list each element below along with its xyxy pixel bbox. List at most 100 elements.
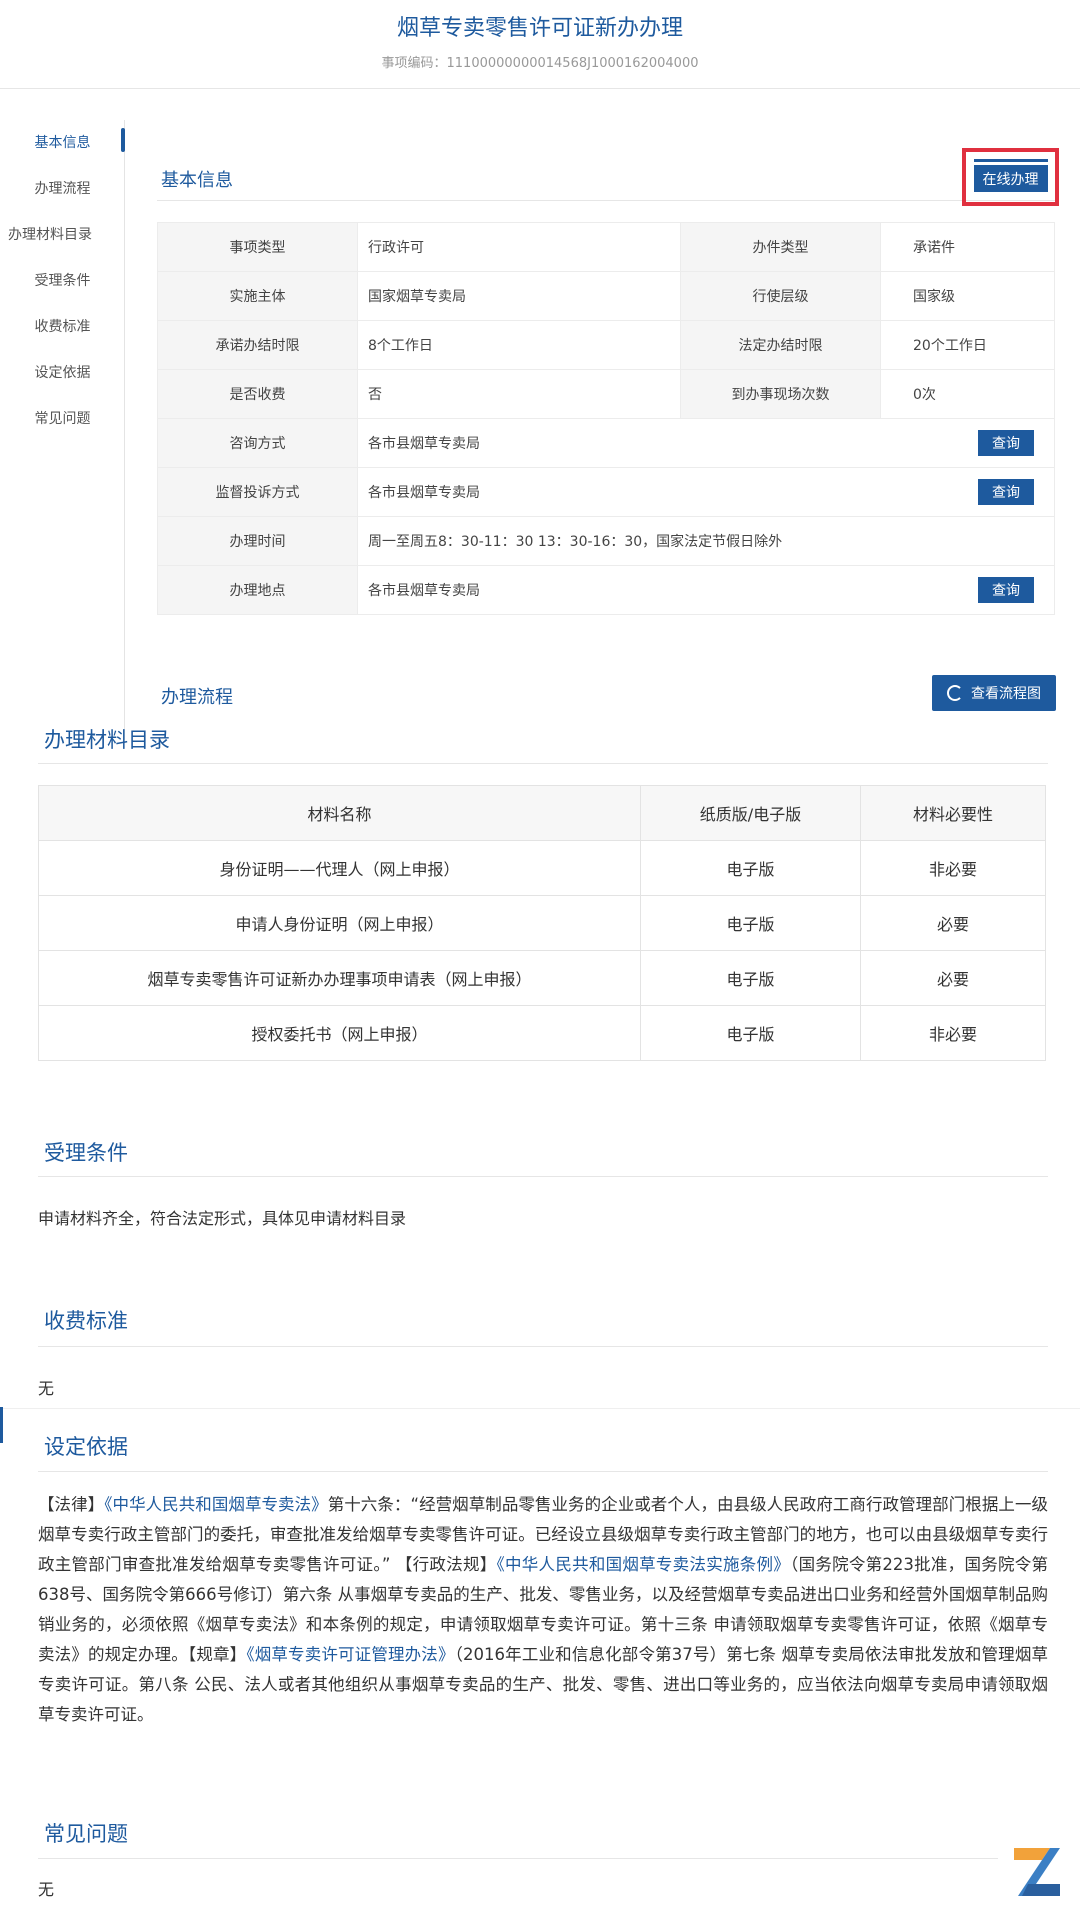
sidebar-item-faq[interactable]: 常见问题 — [0, 408, 125, 428]
section-title-process: 办理流程 — [161, 687, 233, 708]
divider — [38, 1346, 1048, 1347]
info-label: 办件类型 — [680, 222, 881, 272]
divider — [38, 1858, 998, 1859]
material-format: 电子版 — [640, 895, 861, 951]
info-label: 实施主体 — [157, 271, 358, 321]
table-row: 实施主体 国家烟草专卖局 行使层级 国家级 — [157, 271, 1055, 321]
material-necessity: 非必要 — [860, 840, 1046, 896]
basic-info-table: 事项类型 行政许可 办件类型 承诺件 实施主体 国家烟草专卖局 行使层级 国家级… — [157, 222, 1055, 615]
info-value: 国家烟草专卖局 — [357, 271, 681, 321]
table-header-row: 材料名称 纸质版/电子版 材料必要性 — [38, 785, 1046, 841]
sidebar-item-basis[interactable]: 设定依据 — [0, 362, 125, 382]
law-link-implementing-regulations[interactable]: 《中华人民共和国烟草专卖法实施条例》 — [497, 1555, 791, 1574]
info-label: 行使层级 — [680, 271, 881, 321]
conditions-text: 申请材料齐全，符合法定形式，具体见申请材料目录 — [38, 1209, 407, 1228]
info-value: 各市县烟草专卖局 — [368, 436, 480, 452]
table-row: 是否收费 否 到办事现场次数 0次 — [157, 369, 1055, 419]
info-value-cell: 各市县烟草专卖局 查询 — [357, 418, 1055, 468]
column-header: 材料名称 — [38, 785, 641, 841]
faq-text: 无 — [38, 1880, 55, 1899]
table-row: 监督投诉方式 各市县烟草专卖局 查询 — [157, 467, 1055, 517]
query-button-complaint[interactable]: 查询 — [978, 479, 1034, 505]
material-format: 电子版 — [640, 1005, 861, 1061]
section-title-fees: 收费标准 — [44, 1309, 128, 1333]
table-row: 咨询方式 各市县烟草专卖局 查询 — [157, 418, 1055, 468]
info-value: 20个工作日 — [880, 320, 1055, 370]
info-label: 咨询方式 — [157, 418, 358, 468]
info-value: 周一至周五8：30-11：30 13：30-16：30，国家法定节假日除外 — [357, 516, 1055, 566]
info-value: 各市县烟草专卖局 — [368, 583, 480, 599]
info-value-row: 各市县烟草专卖局 查询 — [368, 430, 1054, 456]
info-label: 监督投诉方式 — [157, 467, 358, 517]
table-row: 办理时间 周一至周五8：30-11：30 13：30-16：30，国家法定节假日… — [157, 516, 1055, 566]
online-apply-button[interactable]: 在线办理 — [973, 162, 1048, 192]
info-value: 否 — [357, 369, 681, 419]
info-value-row: 各市县烟草专卖局 查询 — [368, 577, 1054, 603]
material-name: 申请人身份证明（网上申报） — [38, 895, 641, 951]
info-value: 0次 — [880, 369, 1055, 419]
page-title: 烟草专卖零售许可证新办办理 — [396, 16, 683, 41]
section-title-basic-info: 基本信息 — [161, 170, 233, 191]
material-name: 授权委托书（网上申报） — [38, 1005, 641, 1061]
info-label: 办理时间 — [157, 516, 358, 566]
online-button-highlight: 在线办理 — [962, 148, 1059, 206]
item-code: 事项编码：11100000000014568J1000162004000 — [381, 56, 699, 71]
material-name: 烟草专卖零售许可证新办办理事项申请表（网上申报） — [38, 950, 641, 1006]
basis-text-part: 【法律】 — [38, 1495, 105, 1514]
table-row: 承诺办结时限 8个工作日 法定办结时限 20个工作日 — [157, 320, 1055, 370]
view-flowchart-button[interactable]: 查看流程图 — [932, 675, 1056, 711]
info-value-cell: 各市县烟草专卖局 查询 — [357, 467, 1055, 517]
material-format: 电子版 — [640, 840, 861, 896]
column-header: 纸质版/电子版 — [640, 785, 861, 841]
sidebar-item-process[interactable]: 办理流程 — [0, 178, 125, 198]
watermark-logo — [1014, 1848, 1060, 1896]
sidebar-item-basic-info[interactable]: 基本信息 — [0, 132, 125, 152]
flowchart-button-label: 查看流程图 — [971, 686, 1041, 702]
info-value: 行政许可 — [357, 222, 681, 272]
info-label: 办理地点 — [157, 565, 358, 615]
info-label: 是否收费 — [157, 369, 358, 419]
divider — [0, 1408, 1080, 1409]
law-link-license-measures[interactable]: 《烟草专卖许可证管理办法》 — [246, 1645, 454, 1664]
table-row: 身份证明——代理人（网上申报） 电子版 非必要 — [38, 840, 1046, 896]
law-link-tobacco-monopoly-law[interactable]: 《中华人民共和国烟草专卖法》 — [104, 1495, 327, 1514]
info-value-cell: 各市县烟草专卖局 查询 — [357, 565, 1055, 615]
info-label: 事项类型 — [157, 222, 358, 272]
table-row: 事项类型 行政许可 办件类型 承诺件 — [157, 222, 1055, 272]
material-format: 电子版 — [640, 950, 861, 1006]
sidebar-nav: 基本信息 办理流程 办理材料目录 受理条件 收费标准 设定依据 常见问题 — [0, 120, 125, 740]
divider — [157, 200, 1055, 201]
section-title-faq: 常见问题 — [44, 1822, 128, 1846]
info-value: 8个工作日 — [357, 320, 681, 370]
table-row: 烟草专卖零售许可证新办办理事项申请表（网上申报） 电子版 必要 — [38, 950, 1046, 1006]
fees-text: 无 — [38, 1379, 55, 1398]
material-name: 身份证明——代理人（网上申报） — [38, 840, 641, 896]
section-title-materials: 办理材料目录 — [44, 728, 170, 752]
table-row: 申请人身份证明（网上申报） 电子版 必要 — [38, 895, 1046, 951]
refresh-icon — [947, 685, 963, 701]
materials-table: 材料名称 纸质版/电子版 材料必要性 身份证明——代理人（网上申报） 电子版 非… — [38, 785, 1046, 1061]
sidebar-item-fees[interactable]: 收费标准 — [0, 316, 125, 336]
material-necessity: 必要 — [860, 895, 1046, 951]
query-button-consult[interactable]: 查询 — [978, 430, 1034, 456]
sidebar-item-materials[interactable]: 办理材料目录 — [8, 224, 133, 244]
info-value-row: 各市县烟草专卖局 查询 — [368, 479, 1054, 505]
table-row: 授权委托书（网上申报） 电子版 非必要 — [38, 1005, 1046, 1061]
divider — [0, 88, 1080, 89]
info-value: 承诺件 — [880, 222, 1055, 272]
column-header: 材料必要性 — [860, 785, 1046, 841]
active-nav-marker — [121, 128, 125, 152]
material-necessity: 非必要 — [860, 1005, 1046, 1061]
section-title-basis: 设定依据 — [44, 1435, 128, 1459]
info-label: 到办事现场次数 — [680, 369, 881, 419]
sidebar-item-conditions[interactable]: 受理条件 — [0, 270, 125, 290]
info-label: 承诺办结时限 — [157, 320, 358, 370]
info-value: 各市县烟草专卖局 — [368, 485, 480, 501]
material-necessity: 必要 — [860, 950, 1046, 1006]
table-row: 办理地点 各市县烟草专卖局 查询 — [157, 565, 1055, 615]
section-title-conditions: 受理条件 — [44, 1141, 128, 1165]
info-label: 法定办结时限 — [680, 320, 881, 370]
basis-text: 【法律】《中华人民共和国烟草专卖法》第十六条：“经营烟草制品零售业务的企业或者个… — [38, 1490, 1048, 1730]
divider — [38, 1471, 1048, 1472]
query-button-location[interactable]: 查询 — [978, 577, 1034, 603]
